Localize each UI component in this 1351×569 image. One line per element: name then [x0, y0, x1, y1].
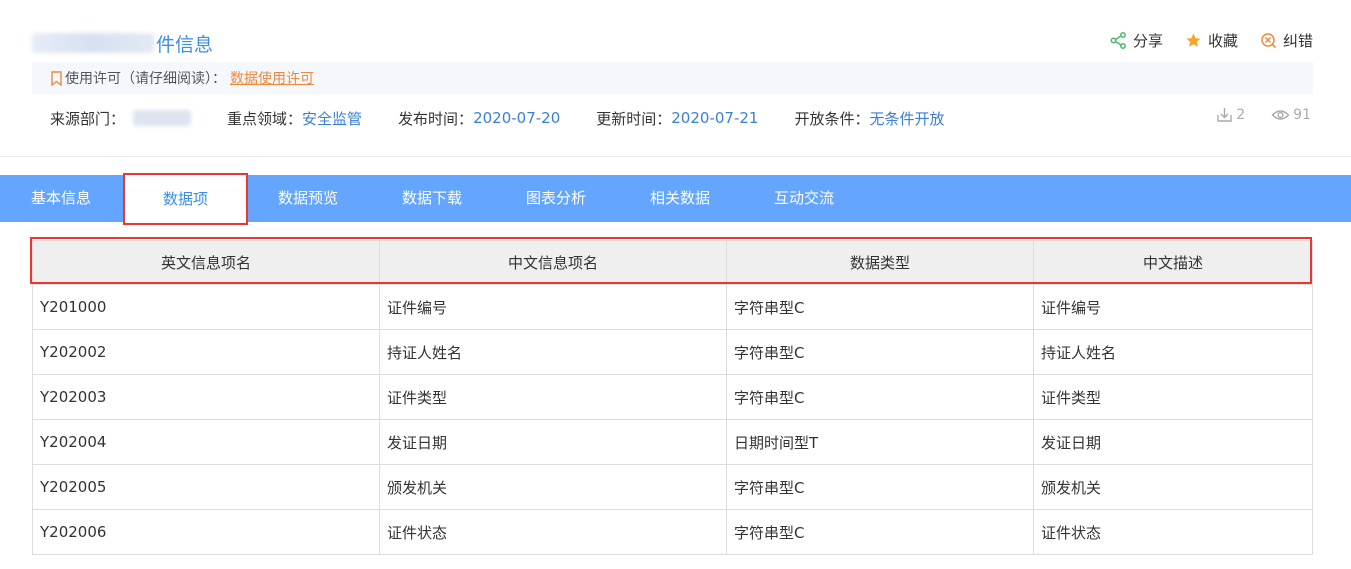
column-header-description: 中文描述: [1033, 240, 1313, 285]
cell-english-name: Y201000: [32, 284, 380, 330]
column-header-data-type: 数据类型: [726, 240, 1034, 285]
license-link[interactable]: 数据使用许可: [230, 68, 314, 88]
meta-publish-label: 发布时间：: [398, 109, 474, 128]
table-row: Y202003 证件类型 字符串型C 证件类型: [32, 374, 1313, 420]
cell-description: 发证日期: [1033, 419, 1313, 465]
favorite-button[interactable]: 收藏: [1185, 30, 1238, 51]
cell-description: 持证人姓名: [1033, 329, 1313, 375]
cell-chinese-name: 证件状态: [379, 509, 727, 555]
view-count-value: 91: [1293, 106, 1311, 123]
tab-chart-analysis[interactable]: 图表分析: [494, 175, 618, 222]
cell-english-name: Y202002: [32, 329, 380, 375]
cell-english-name: Y202003: [32, 374, 380, 420]
error-report-icon: [1261, 33, 1277, 49]
cell-chinese-name: 发证日期: [379, 419, 727, 465]
cell-description: 颁发机关: [1033, 464, 1313, 510]
download-count-value: 2: [1236, 106, 1246, 123]
cell-english-name: Y202004: [32, 419, 380, 465]
share-icon: [1110, 32, 1126, 49]
tab-data-download[interactable]: 数据下载: [370, 175, 494, 222]
cell-english-name: Y202006: [32, 509, 380, 555]
cell-data-type: 字符串型C: [726, 509, 1034, 555]
cell-chinese-name: 颁发机关: [379, 464, 727, 510]
eye-icon: [1271, 110, 1290, 120]
view-count: 91: [1271, 106, 1311, 123]
meta-update-label: 更新时间：: [596, 109, 672, 128]
cell-data-type: 字符串型C: [726, 329, 1034, 375]
meta-open-value: 无条件开放: [869, 109, 945, 128]
meta-publish-value: 2020-07-20: [473, 109, 561, 127]
column-header-english-name: 英文信息项名: [32, 240, 380, 285]
cell-chinese-name: 证件类型: [379, 374, 727, 420]
header-actions: 分享 收藏 纠错: [1110, 30, 1313, 51]
table-row: Y202005 颁发机关 字符串型C 颁发机关: [32, 464, 1313, 510]
license-bar: 使用许可（请仔细阅读）： 数据使用许可: [32, 62, 1313, 94]
redacted-source-value: [133, 110, 192, 126]
meta-domain: 重点领域： 安全监管: [227, 108, 362, 129]
dataset-title-text: 件信息: [156, 33, 214, 56]
tab-related-data[interactable]: 相关数据: [618, 175, 742, 222]
tab-interaction[interactable]: 互动交流: [742, 175, 866, 222]
bookmark-icon: [51, 70, 62, 86]
star-icon: [1186, 33, 1201, 47]
dataset-title: 件信息: [32, 30, 213, 56]
dataset-header: 件信息 分享 收藏 纠错 使用许可（请仔细阅读）： 数据使用许可 来源部门： 重…: [0, 0, 1351, 157]
dataset-stats: 2 91: [1216, 106, 1311, 123]
cell-description: 证件类型: [1033, 374, 1313, 420]
data-items-table: 英文信息项名 中文信息项名 数据类型 中文描述 Y201000 证件编号 字符串…: [30, 237, 1313, 555]
license-label: 使用许可（请仔细阅读）：: [65, 71, 226, 87]
favorite-label: 收藏: [1207, 32, 1238, 50]
share-label: 分享: [1132, 32, 1163, 50]
tab-basic-info[interactable]: 基本信息: [0, 175, 122, 222]
redacted-title-prefix: [32, 33, 154, 53]
report-error-button[interactable]: 纠错: [1260, 30, 1313, 51]
table-row: Y202004 发证日期 日期时间型T 发证日期: [32, 419, 1313, 465]
table-row: Y201000 证件编号 字符串型C 证件编号: [32, 284, 1313, 330]
tab-data-items[interactable]: 数据项: [123, 173, 248, 225]
table-row: Y202006 证件状态 字符串型C 证件状态: [32, 509, 1313, 555]
report-error-label: 纠错: [1282, 32, 1313, 50]
table-row: Y202002 持证人姓名 字符串型C 持证人姓名: [32, 329, 1313, 375]
cell-data-type: 字符串型C: [726, 464, 1034, 510]
table-header-row: 英文信息项名 中文信息项名 数据类型 中文描述: [32, 240, 1313, 285]
cell-data-type: 字符串型C: [726, 374, 1034, 420]
cell-data-type: 日期时间型T: [726, 419, 1034, 465]
download-icon: [1217, 108, 1232, 122]
meta-source: 来源部门：: [50, 108, 192, 129]
meta-source-label: 来源部门：: [50, 109, 126, 128]
meta-publish: 发布时间： 2020-07-20: [398, 108, 560, 129]
cell-english-name: Y202005: [32, 464, 380, 510]
dataset-meta: 来源部门： 重点领域： 安全监管 发布时间： 2020-07-20 更新时间： …: [50, 106, 980, 130]
meta-update-value: 2020-07-21: [671, 109, 759, 127]
meta-open: 开放条件： 无条件开放: [794, 108, 944, 129]
cell-description: 证件编号: [1033, 284, 1313, 330]
tab-data-preview[interactable]: 数据预览: [246, 175, 370, 222]
share-button[interactable]: 分享: [1110, 30, 1163, 51]
meta-domain-label: 重点领域：: [227, 109, 303, 128]
dataset-tabs: 基本信息 数据项 数据预览 数据下载 图表分析 相关数据 互动交流: [0, 173, 1351, 225]
cell-data-type: 字符串型C: [726, 284, 1034, 330]
meta-open-label: 开放条件：: [794, 109, 870, 128]
cell-chinese-name: 证件编号: [379, 284, 727, 330]
cell-description: 证件状态: [1033, 509, 1313, 555]
cell-chinese-name: 持证人姓名: [379, 329, 727, 375]
meta-update: 更新时间： 2020-07-21: [596, 108, 758, 129]
column-header-chinese-name: 中文信息项名: [379, 240, 727, 285]
meta-domain-value: 安全监管: [302, 109, 363, 128]
download-count: 2: [1216, 106, 1245, 123]
